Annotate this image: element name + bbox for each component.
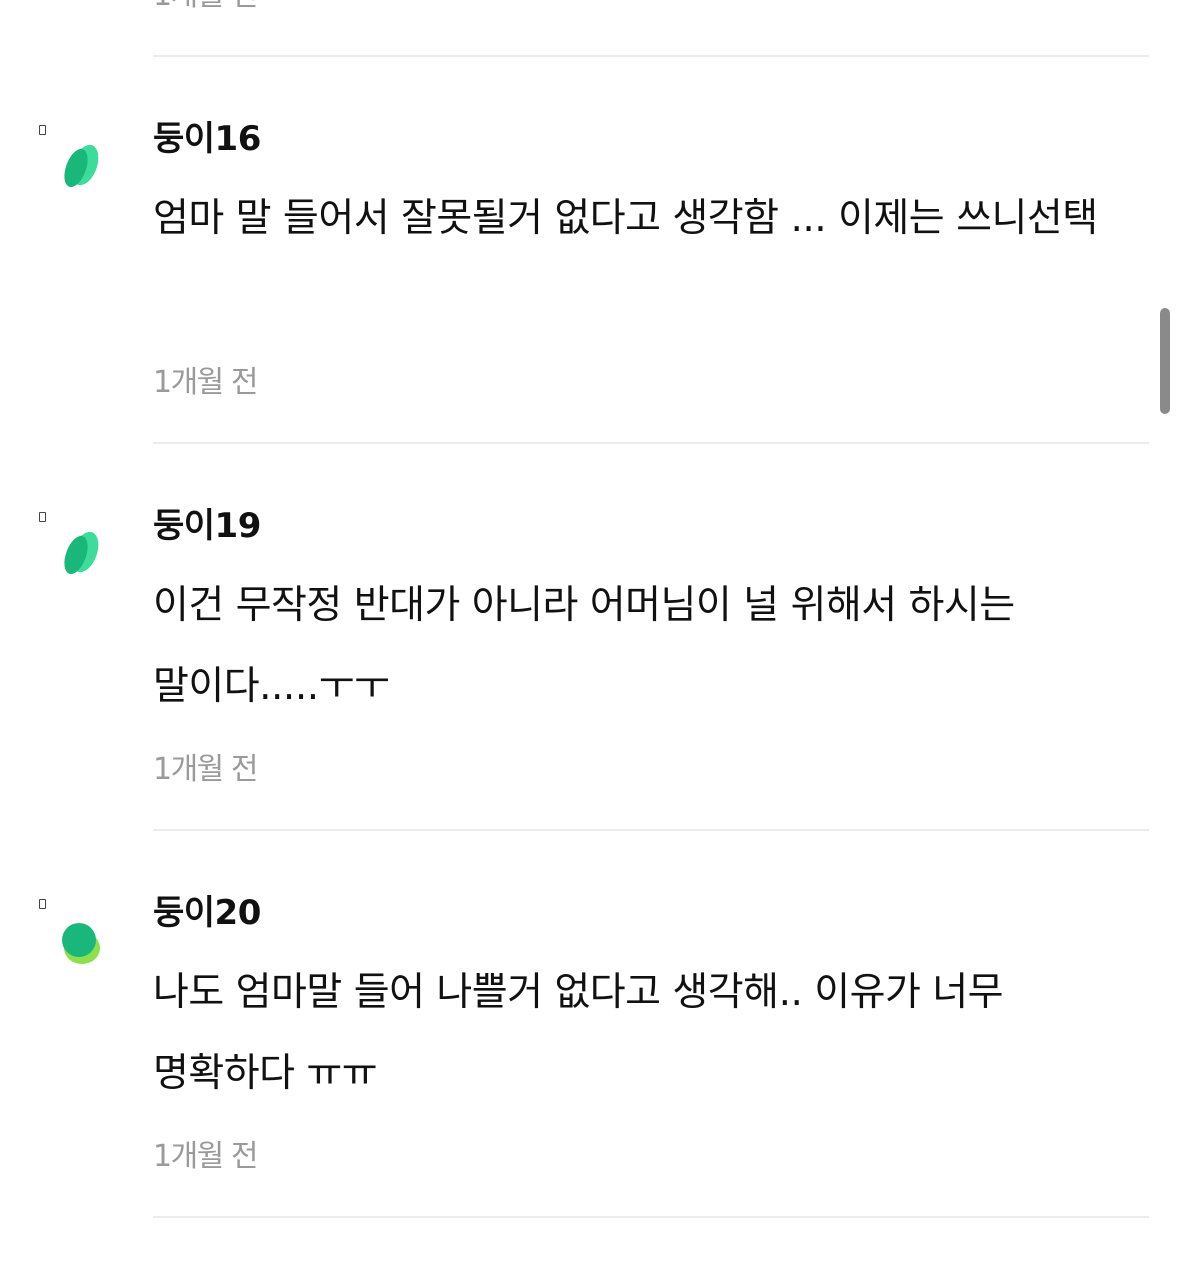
bookmark-icon[interactable] (39, 512, 46, 522)
divider (153, 829, 1149, 831)
timestamp: 1개월 전 (153, 1139, 258, 1174)
avatar-blob-front (62, 923, 96, 957)
comment-text: 이건 무작정 반대가 아니라 어머님이 널 위해서 하시는 말이다.....ㅜㅜ (153, 583, 1015, 709)
avatar[interactable] (58, 528, 104, 582)
divider (153, 1216, 1149, 1218)
timestamp: 1개월 전 (153, 752, 258, 787)
divider (153, 442, 1149, 444)
comment-text: 엄마 말 들어서 잘못될거 없다고 생각함 ... 이제는 쓰니선택 (153, 196, 1098, 241)
timestamp: 1개월 전 (153, 0, 258, 14)
bookmark-icon[interactable] (39, 125, 46, 135)
divider (153, 55, 1149, 57)
comment-text: 나도 엄마말 들어 나쁠거 없다고 생각해.. 이유가 너무 명확하다 ㅠㅠ (153, 970, 1004, 1096)
scrollbar-thumb[interactable] (1160, 308, 1170, 414)
author-name[interactable]: 둥이19 (153, 504, 261, 548)
avatar[interactable] (58, 915, 104, 969)
bookmark-icon[interactable] (39, 899, 46, 909)
author-name[interactable]: 둥이20 (153, 891, 261, 935)
avatar[interactable] (58, 141, 104, 195)
author-name[interactable]: 둥이16 (153, 117, 261, 161)
timestamp: 1개월 전 (153, 365, 258, 400)
